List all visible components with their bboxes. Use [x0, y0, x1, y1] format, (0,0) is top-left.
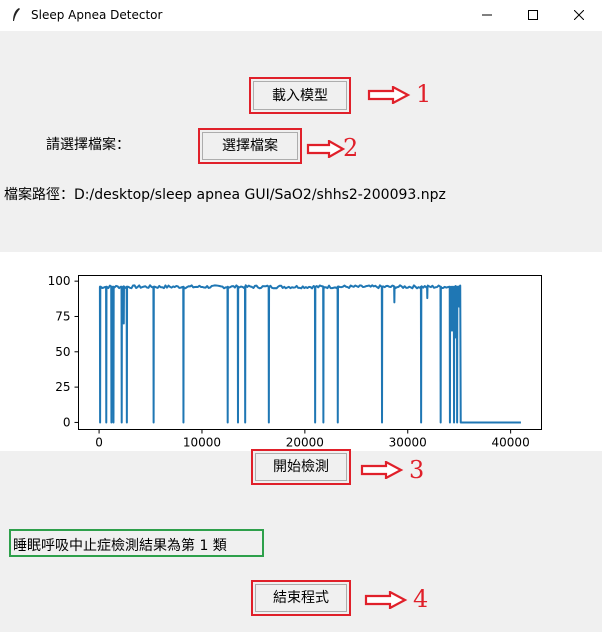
minimize-icon: [482, 14, 492, 16]
load-model-button[interactable]: 載入模型: [253, 81, 347, 110]
sao2-plot-canvas: 0 10000 20000 30000 40000 0 25 50 75 100: [0, 252, 602, 451]
annotation-number-1: 1: [416, 80, 432, 108]
arrow-4-icon: [364, 591, 408, 609]
sao2-chart: 0 10000 20000 30000 40000 0 25 50 75 100: [48, 274, 542, 450]
window-title: Sleep Apnea Detector: [31, 8, 163, 22]
y-tick-label: 50: [55, 345, 70, 359]
x-tick-label: 20000: [286, 436, 324, 450]
result-label: 睡眠呼吸中止症檢測結果為第 1 類: [13, 538, 227, 554]
plot-frame: [78, 275, 542, 430]
arrow-3-icon: [360, 461, 404, 479]
annotation-number-2: 2: [343, 134, 359, 162]
x-tick-label: 30000: [389, 436, 427, 450]
title-bar: Sleep Apnea Detector: [0, 0, 602, 31]
file-path-label: 檔案路徑：D:/desktop/sleep apnea GUI/SaO2/shh…: [4, 187, 446, 203]
select-file-button[interactable]: 選擇檔案: [202, 132, 298, 160]
arrow-1-icon: [367, 86, 411, 104]
x-tick-label: 40000: [492, 436, 530, 450]
close-button[interactable]: [556, 0, 602, 31]
exit-button[interactable]: 結束程式: [255, 584, 347, 612]
x-tick-label: 0: [95, 436, 103, 450]
maximize-icon: [528, 10, 538, 20]
sao2-series-line: [98, 284, 521, 424]
close-icon: [574, 10, 584, 20]
select-file-label: 請選擇檔案：: [46, 137, 130, 153]
maximize-button[interactable]: [510, 0, 556, 31]
annotation-number-4: 4: [413, 585, 429, 613]
y-tick-label: 100: [48, 274, 71, 288]
x-tick-label: 10000: [183, 436, 221, 450]
y-tick-label: 25: [55, 380, 70, 394]
start-detect-button[interactable]: 開始檢測: [255, 453, 347, 481]
annotation-number-3: 3: [409, 456, 425, 484]
feather-app-icon: [13, 8, 20, 21]
arrow-2-icon: [306, 140, 346, 158]
y-tick-label: 0: [63, 415, 71, 429]
minimize-button[interactable]: [464, 0, 510, 31]
y-tick-label: 75: [55, 309, 70, 323]
